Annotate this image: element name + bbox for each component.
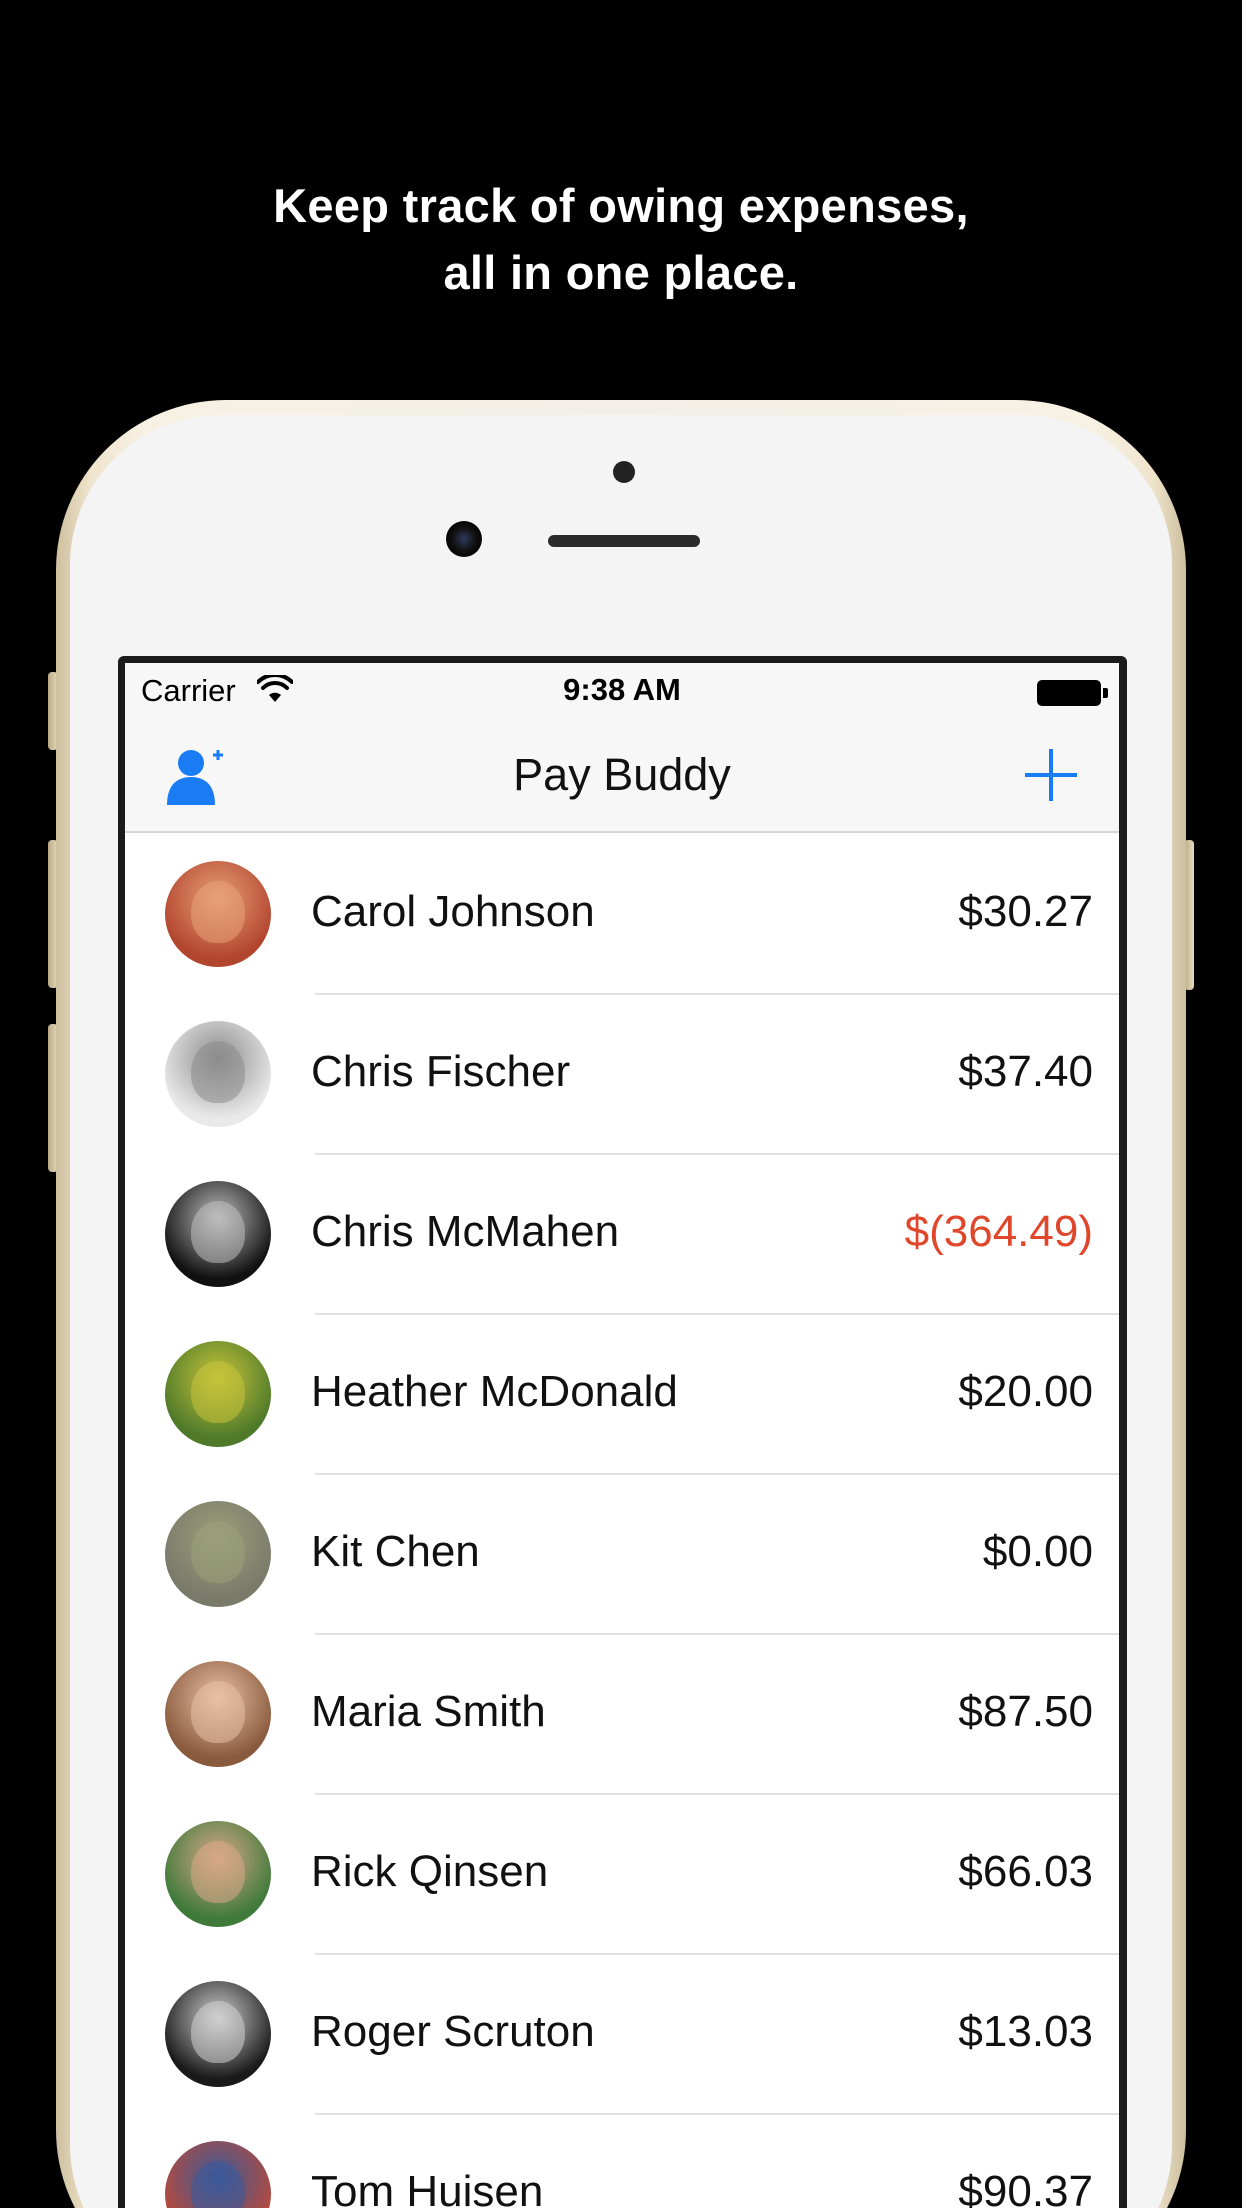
contact-balance: $66.03 [958, 1847, 1093, 1896]
avatar-face [191, 1201, 245, 1263]
list-item[interactable]: Roger Scruton $13.03 [125, 1955, 1119, 2115]
avatar-face [191, 1681, 245, 1743]
avatar-face [191, 1521, 245, 1583]
list-item[interactable]: Chris McMahen $(364.49) [125, 1155, 1119, 1315]
battery-tip [1103, 688, 1108, 698]
contact-name: Rick Qinsen [311, 1847, 549, 1896]
contact-name: Kit Chen [311, 1527, 480, 1576]
app-store-screenshot: Keep track of owing expenses, all in one… [0, 0, 1242, 2208]
avatar [165, 1021, 271, 1127]
list-item[interactable]: Chris Fischer $37.40 [125, 995, 1119, 1155]
proximity-sensor [613, 461, 635, 483]
list-item[interactable]: Carol Johnson $30.27 [125, 835, 1119, 995]
status-time: 9:38 AM [563, 672, 681, 707]
avatar [165, 1501, 271, 1607]
list-item[interactable]: Tom Huisen $90.37 [125, 2115, 1119, 2208]
list-item[interactable]: Rick Qinsen $66.03 [125, 1795, 1119, 1955]
avatar-face [191, 2161, 245, 2208]
contact-balance: $20.00 [958, 1367, 1093, 1416]
headline-line-1: Keep track of owing expenses, [273, 179, 969, 232]
front-camera [446, 521, 482, 557]
list-item[interactable]: Kit Chen $0.00 [125, 1475, 1119, 1635]
avatar-face [191, 2001, 245, 2063]
contact-name: Maria Smith [311, 1687, 546, 1736]
avatar [165, 1981, 271, 2087]
page-title: Pay Buddy [513, 749, 731, 800]
plus-icon[interactable] [1021, 745, 1081, 805]
battery-icon [1037, 680, 1101, 706]
contact-name: Roger Scruton [311, 2007, 595, 2056]
phone-screen: Carrier 9:38 AM Pay Buddy Carol Johnson $… [125, 663, 1119, 2208]
avatar [165, 1821, 271, 1927]
avatar [165, 1341, 271, 1447]
avatar-face [191, 1841, 245, 1903]
earpiece-speaker [548, 535, 700, 547]
avatar [165, 861, 271, 967]
contact-name: Chris McMahen [311, 1207, 620, 1256]
headline-line-2: all in one place. [443, 246, 799, 299]
contact-balance: $(364.49) [904, 1207, 1093, 1256]
list-item[interactable]: Heather McDonald $20.00 [125, 1315, 1119, 1475]
contact-balance: $90.37 [958, 2167, 1093, 2208]
list-item[interactable]: Maria Smith $87.50 [125, 1635, 1119, 1795]
headline: Keep track of owing expenses, all in one… [0, 172, 1242, 306]
contact-balance: $13.03 [958, 2007, 1093, 2056]
avatar [165, 1181, 271, 1287]
contact-balance: $30.27 [958, 887, 1093, 936]
avatar-face [191, 1361, 245, 1423]
contact-name: Carol Johnson [311, 887, 595, 936]
avatar-face [191, 881, 245, 943]
navigation-bar: Pay Buddy [125, 723, 1119, 833]
avatar [165, 2141, 271, 2208]
contact-balance: $37.40 [958, 1047, 1093, 1096]
contact-list: Carol Johnson $30.27 Chris Fischer $37.40 Ch… [125, 835, 1119, 2208]
contact-name: Heather McDonald [311, 1367, 678, 1416]
contact-name: Chris Fischer [311, 1047, 571, 1096]
avatar-face [191, 1041, 245, 1103]
avatar [165, 1661, 271, 1767]
contact-balance: $0.00 [982, 1527, 1093, 1576]
contact-balance: $87.50 [958, 1687, 1093, 1736]
contact-name: Tom Huisen [311, 2167, 544, 2208]
status-bar: Carrier 9:38 AM [125, 663, 1119, 723]
